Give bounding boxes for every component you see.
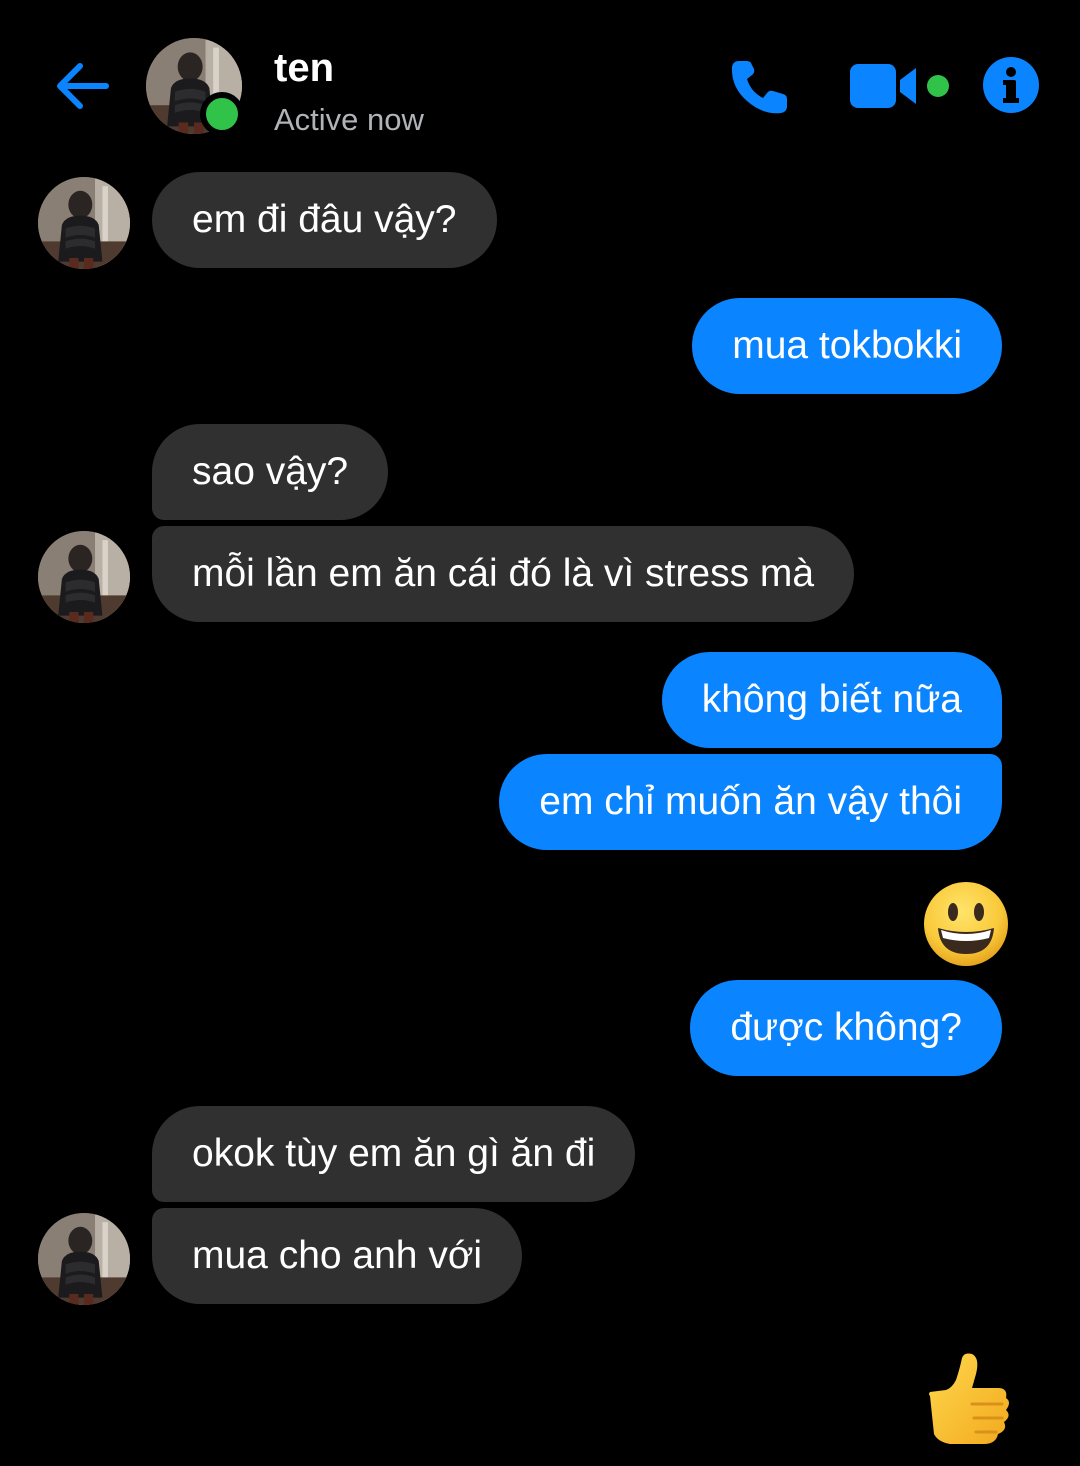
- sender-avatar[interactable]: [38, 1213, 130, 1305]
- message-thread: em đi đâu vậy? mua tokbokki sao vậy? mỗi…: [0, 0, 1080, 1466]
- outgoing-message[interactable]: em chỉ muốn ăn vậy thôi: [499, 754, 1002, 850]
- outgoing-message[interactable]: được không?: [690, 980, 1002, 1076]
- outgoing-message[interactable]: mua tokbokki: [692, 298, 1002, 394]
- outgoing-message[interactable]: không biết nữa: [661, 652, 1002, 748]
- avatar-image: [38, 1213, 130, 1305]
- incoming-message[interactable]: sao vậy?: [152, 424, 389, 520]
- sender-avatar[interactable]: [38, 177, 130, 269]
- incoming-message[interactable]: em đi đâu vậy?: [152, 172, 497, 268]
- thumbs-up-icon[interactable]: [916, 1350, 1016, 1450]
- incoming-message[interactable]: mỗi lần em ăn cái đó là vì stress mà: [152, 526, 855, 622]
- incoming-message[interactable]: mua cho anh với: [152, 1208, 523, 1304]
- grinning-face-emoji[interactable]: [922, 880, 1010, 968]
- sender-avatar[interactable]: [38, 531, 130, 623]
- avatar-image: [38, 531, 130, 623]
- incoming-message[interactable]: okok tùy em ăn gì ăn đi: [152, 1106, 636, 1202]
- avatar-image: [38, 177, 130, 269]
